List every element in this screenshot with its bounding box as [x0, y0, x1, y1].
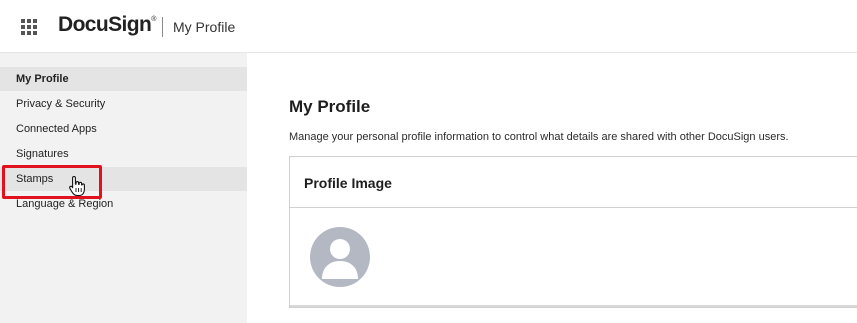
sidebar-item-my-profile[interactable]: My Profile	[0, 67, 247, 91]
sidebar-item-label: My Profile	[16, 73, 69, 85]
card-header: Profile Image	[290, 157, 857, 208]
hand-pointer-icon	[69, 175, 85, 197]
top-header: DocuSign® My Profile	[0, 0, 857, 53]
docusign-logo[interactable]: DocuSign®	[58, 13, 156, 37]
page-description: Manage your personal profile information…	[289, 131, 789, 143]
sidebar-item-label: Privacy & Security	[16, 98, 106, 110]
sidebar-item-label: Connected Apps	[16, 123, 97, 135]
sidebar-item-privacy-security[interactable]: Privacy & Security	[0, 92, 247, 116]
sidebar-item-connected-apps[interactable]: Connected Apps	[0, 117, 247, 141]
header-divider	[162, 17, 163, 37]
apps-grid-icon[interactable]	[21, 19, 37, 35]
card-bottom-edge	[290, 305, 857, 307]
stamps-highlight-box	[2, 165, 102, 199]
profile-image-card: Profile Image	[289, 156, 857, 308]
sidebar-item-signatures[interactable]: Signatures	[0, 142, 247, 166]
sidebar-item-label: Signatures	[16, 148, 69, 160]
header-page-title: My Profile	[173, 19, 236, 35]
card-title: Profile Image	[304, 175, 392, 191]
default-user-avatar-icon[interactable]	[310, 227, 370, 287]
page-title: My Profile	[289, 97, 371, 116]
